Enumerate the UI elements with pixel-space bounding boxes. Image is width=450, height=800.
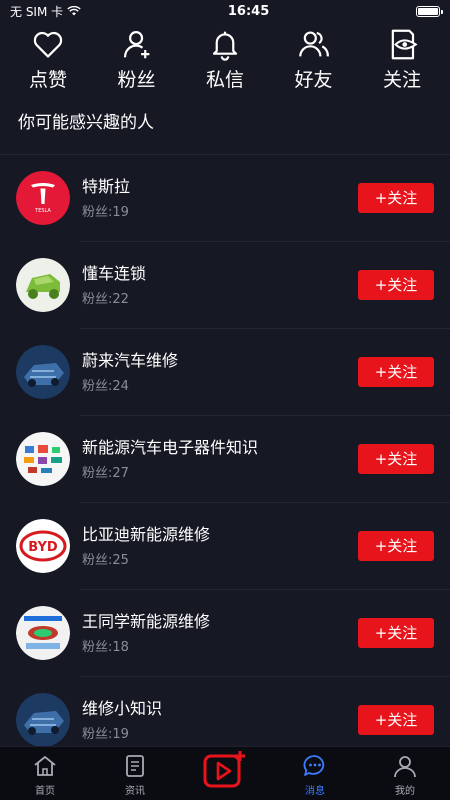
follow-button[interactable]: +关注 <box>358 530 434 561</box>
following-button[interactable]: 关注 <box>372 28 432 92</box>
friends-button[interactable]: 好友 <box>284 28 344 92</box>
list-item[interactable]: BYD 比亚迪新能源维修 粉丝:25 +关注 <box>0 502 450 589</box>
following-label: 关注 <box>382 69 421 91</box>
avatar[interactable] <box>16 257 70 312</box>
blue-chassis-avatar-icon <box>16 344 70 399</box>
tab-messages[interactable]: 消息 <box>280 747 350 797</box>
fans-count: 粉丝:19 <box>82 204 129 220</box>
item-info: 维修小知识 粉丝:19 <box>82 698 358 742</box>
follow-button[interactable]: +关注 <box>358 356 434 387</box>
account-name: 新能源汽车电子器件知识 <box>82 437 259 457</box>
avatar[interactable] <box>16 605 70 660</box>
wifi-icon <box>67 6 81 16</box>
friends-label: 好友 <box>294 69 333 91</box>
avatar[interactable] <box>16 692 70 747</box>
account-name: 维修小知识 <box>82 698 163 718</box>
item-info: 特斯拉 粉丝:19 <box>82 176 358 220</box>
user-add-icon <box>123 31 149 59</box>
item-info: 新能源汽车电子器件知识 粉丝:27 <box>82 437 358 481</box>
video-publish-icon <box>203 751 245 788</box>
likes-button[interactable]: 点赞 <box>18 28 78 92</box>
news-icon <box>126 755 144 777</box>
status-left: 无 SIM 卡 <box>10 3 81 20</box>
carrier-label: 无 SIM 卡 <box>10 4 64 19</box>
account-name: 特斯拉 <box>82 176 131 196</box>
fans-count: 粉丝:22 <box>82 291 129 307</box>
follow-button[interactable]: +关注 <box>358 182 434 213</box>
svg-text:TESLA: TESLA <box>34 208 51 214</box>
account-name: 王同学新能源维修 <box>82 611 211 631</box>
byd-logo-icon: BYD <box>16 518 70 573</box>
tab-profile[interactable]: 我的 <box>370 747 440 797</box>
fans-count: 粉丝:24 <box>82 378 129 394</box>
private-message-label: 私信 <box>205 69 244 91</box>
blue-chassis-avatar-icon <box>16 692 70 747</box>
account-name: 比亚迪新能源维修 <box>82 524 211 544</box>
fans-count: 粉丝:27 <box>82 465 129 481</box>
bottom-tab-bar: 首页 资讯 消息 我的 <box>0 746 450 800</box>
status-time: 16:45 <box>227 3 270 19</box>
heart-icon <box>33 31 63 58</box>
list-item[interactable]: 王同学新能源维修 粉丝:18 +关注 <box>0 589 450 676</box>
list-item[interactable]: 新能源汽车电子器件知识 粉丝:27 +关注 <box>0 415 450 502</box>
tab-messages-label: 消息 <box>305 786 325 797</box>
tab-home-label: 首页 <box>35 786 55 797</box>
message-icon <box>303 755 325 776</box>
avatar[interactable] <box>16 344 70 399</box>
fans-count: 粉丝:18 <box>82 639 129 655</box>
fans-count: 粉丝:19 <box>82 726 129 742</box>
likes-label: 点赞 <box>28 69 67 91</box>
svg-text:BYD: BYD <box>28 540 58 555</box>
account-name: 懂车连锁 <box>82 263 147 283</box>
list-item[interactable]: 蔚来汽车维修 粉丝:24 +关注 <box>0 328 450 415</box>
fans-button[interactable]: 粉丝 <box>107 28 167 92</box>
tab-publish-video[interactable] <box>190 747 260 789</box>
status-bar: 无 SIM 卡 16:45 <box>0 0 450 22</box>
list-item[interactable]: 懂车连锁 粉丝:22 +关注 <box>0 241 450 328</box>
avatar[interactable] <box>16 431 70 486</box>
battery-icon <box>416 5 443 17</box>
friends-icon <box>298 31 329 57</box>
follow-button[interactable]: +关注 <box>358 704 434 735</box>
message-category-row: 点赞 粉丝 私信 好友 关注 <box>0 22 450 92</box>
eye-note-icon <box>391 29 418 60</box>
profile-icon <box>394 756 416 778</box>
item-info: 懂车连锁 粉丝:22 <box>82 263 358 307</box>
follow-button[interactable]: +关注 <box>358 617 434 648</box>
follow-button[interactable]: +关注 <box>358 269 434 300</box>
item-info: 比亚迪新能源维修 粉丝:25 <box>82 524 358 568</box>
poster-avatar-icon <box>16 605 70 660</box>
tab-news-label: 资讯 <box>125 786 145 797</box>
suggestion-list: TESLA 特斯拉 粉丝:19 +关注 懂车连锁 粉丝:22 +关注 蔚来汽车维… <box>0 154 450 763</box>
item-info: 王同学新能源维修 粉丝:18 <box>82 611 358 655</box>
follow-button[interactable]: +关注 <box>358 443 434 474</box>
tab-home[interactable]: 首页 <box>10 747 80 797</box>
account-name: 蔚来汽车维修 <box>82 350 179 370</box>
tab-news[interactable]: 资讯 <box>100 747 170 797</box>
item-info: 蔚来汽车维修 粉丝:24 <box>82 350 358 394</box>
home-icon <box>34 756 56 776</box>
list-item[interactable]: TESLA 特斯拉 粉丝:19 +关注 <box>0 154 450 241</box>
fans-count: 粉丝:25 <box>82 552 129 568</box>
tab-profile-label: 我的 <box>395 786 415 797</box>
bell-icon <box>212 31 238 61</box>
private-message-button[interactable]: 私信 <box>195 28 255 92</box>
green-car-avatar-icon <box>16 257 70 312</box>
avatar[interactable]: TESLA <box>16 170 70 225</box>
avatar[interactable]: BYD <box>16 518 70 573</box>
section-title: 你可能感兴趣的人 <box>18 113 154 133</box>
electronics-avatar-icon <box>16 431 70 486</box>
tesla-logo-icon: TESLA <box>16 170 70 225</box>
fans-label: 粉丝 <box>117 69 156 91</box>
